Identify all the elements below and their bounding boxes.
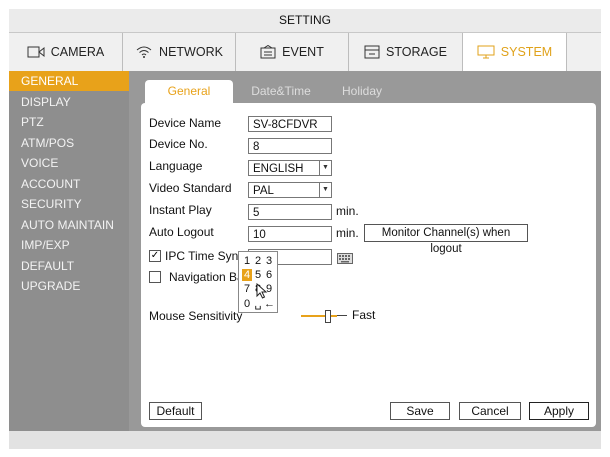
auto-logout-input[interactable]: 10 <box>248 226 332 242</box>
cancel-button[interactable]: Cancel <box>459 402 521 420</box>
video-standard-label: Video Standard <box>149 181 232 195</box>
sidebar-item-auto-maintain[interactable]: AUTO MAINTAIN <box>9 215 129 235</box>
sidebar-item-ptz[interactable]: PTZ <box>9 112 129 132</box>
navigation-bar-checkbox[interactable] <box>149 271 161 283</box>
status-bar <box>9 431 601 449</box>
nav-tab-event[interactable]: EVENT <box>236 33 349 71</box>
instant-play-label: Instant Play <box>149 203 212 217</box>
keypad-key-6[interactable]: 6 <box>264 269 274 281</box>
nav-tab-label: STORAGE <box>386 45 447 59</box>
storage-icon <box>364 45 380 59</box>
mouse-sensitivity-fast-label: Fast <box>352 308 376 322</box>
sidebar-item-default[interactable]: DEFAULT <box>9 256 129 276</box>
keypad-key-0[interactable]: 0 <box>242 298 252 310</box>
slider-track-end <box>337 315 347 316</box>
content-area: General Date&Time Holiday Device Name SV… <box>129 71 601 431</box>
instant-play-input[interactable]: 5 <box>248 204 332 220</box>
keypad-key-1[interactable]: 1 <box>242 255 252 267</box>
sidebar: GENERAL DISPLAY PTZ ATM/POS VOICE ACCOUN… <box>9 71 129 431</box>
keypad-key-4[interactable]: 4 <box>242 269 252 281</box>
camera-icon <box>27 46 45 58</box>
chevron-down-icon: ▼ <box>319 183 331 197</box>
sidebar-item-security[interactable]: SECURITY <box>9 194 129 214</box>
chevron-down-icon: ▼ <box>319 161 331 175</box>
nav-tab-network[interactable]: NETWORK <box>123 33 236 71</box>
keyboard-icon[interactable] <box>337 251 353 269</box>
device-name-input[interactable]: SV-8CFDVR <box>248 116 332 132</box>
video-standard-select[interactable]: PAL ▼ <box>248 182 332 198</box>
keypad-key-3[interactable]: 3 <box>264 255 274 267</box>
monitor-channel-logout-button[interactable]: Monitor Channel(s) when logout <box>364 224 528 255</box>
keypad-key-7[interactable]: 7 <box>242 283 252 295</box>
top-navigation: CAMERA NETWORK EVENT STORAGE SYSTEM <box>9 32 601 72</box>
sidebar-item-general[interactable]: GENERAL <box>9 71 129 91</box>
nav-tab-system[interactable]: SYSTEM <box>463 33 567 71</box>
subtab-bar: General Date&Time Holiday <box>129 71 601 103</box>
keypad-key-2[interactable]: 2 <box>253 255 263 267</box>
subtab-holiday[interactable]: Holiday <box>327 80 397 103</box>
slider-track <box>301 315 337 317</box>
auto-logout-unit: min. <box>336 226 359 240</box>
sidebar-item-account[interactable]: ACCOUNT <box>9 174 129 194</box>
subtab-date-time[interactable]: Date&Time <box>241 80 321 103</box>
auto-logout-label: Auto Logout <box>149 225 214 239</box>
sidebar-item-imp-exp[interactable]: IMP/EXP <box>9 235 129 255</box>
sidebar-item-upgrade[interactable]: UPGRADE <box>9 276 129 296</box>
mouse-cursor-icon <box>256 282 268 304</box>
subtab-general[interactable]: General <box>145 80 233 103</box>
nav-tab-label: CAMERA <box>50 45 105 59</box>
monitor-icon <box>477 45 495 59</box>
nav-tab-camera[interactable]: CAMERA <box>9 33 123 71</box>
video-standard-value: PAL <box>253 185 274 197</box>
device-no-input[interactable]: 8 <box>248 138 332 154</box>
navigation-bar-label: Navigation Bar <box>169 270 248 284</box>
language-label: Language <box>149 159 203 173</box>
instant-play-unit: min. <box>336 204 359 218</box>
wifi-icon <box>135 45 153 59</box>
save-button[interactable]: Save <box>390 402 450 420</box>
window-title: SETTING <box>9 9 601 31</box>
ipc-time-sync-label: IPC Time Sync <box>165 249 245 263</box>
device-no-label: Device No. <box>149 137 208 151</box>
sidebar-item-display[interactable]: DISPLAY <box>9 92 129 112</box>
sidebar-item-voice[interactable]: VOICE <box>9 153 129 173</box>
nav-tab-storage[interactable]: STORAGE <box>349 33 463 71</box>
sidebar-item-atm-pos[interactable]: ATM/POS <box>9 133 129 153</box>
setting-window: SETTING CAMERA NETWORK EVENT STORAGE SYS… <box>9 9 601 449</box>
event-icon <box>260 45 276 59</box>
language-select[interactable]: ENGLISH ▼ <box>248 160 332 176</box>
default-button[interactable]: Default <box>149 402 202 420</box>
ipc-time-sync-checkbox[interactable]: ✓ <box>149 250 161 262</box>
device-name-label: Device Name <box>149 116 222 130</box>
general-settings-panel: Device Name SV-8CFDVR Device No. 8 Langu… <box>141 103 596 427</box>
nav-tab-label: NETWORK <box>159 45 223 59</box>
nav-tab-label: SYSTEM <box>500 45 553 59</box>
apply-button[interactable]: Apply <box>529 402 589 420</box>
language-value: ENGLISH <box>253 163 304 175</box>
mouse-sensitivity-slider[interactable] <box>301 309 337 323</box>
slider-thumb[interactable] <box>325 310 331 323</box>
mouse-sensitivity-label: Mouse Sensitivity <box>149 309 243 323</box>
nav-tab-label: EVENT <box>282 45 324 59</box>
keypad-key-5[interactable]: 5 <box>253 269 263 281</box>
